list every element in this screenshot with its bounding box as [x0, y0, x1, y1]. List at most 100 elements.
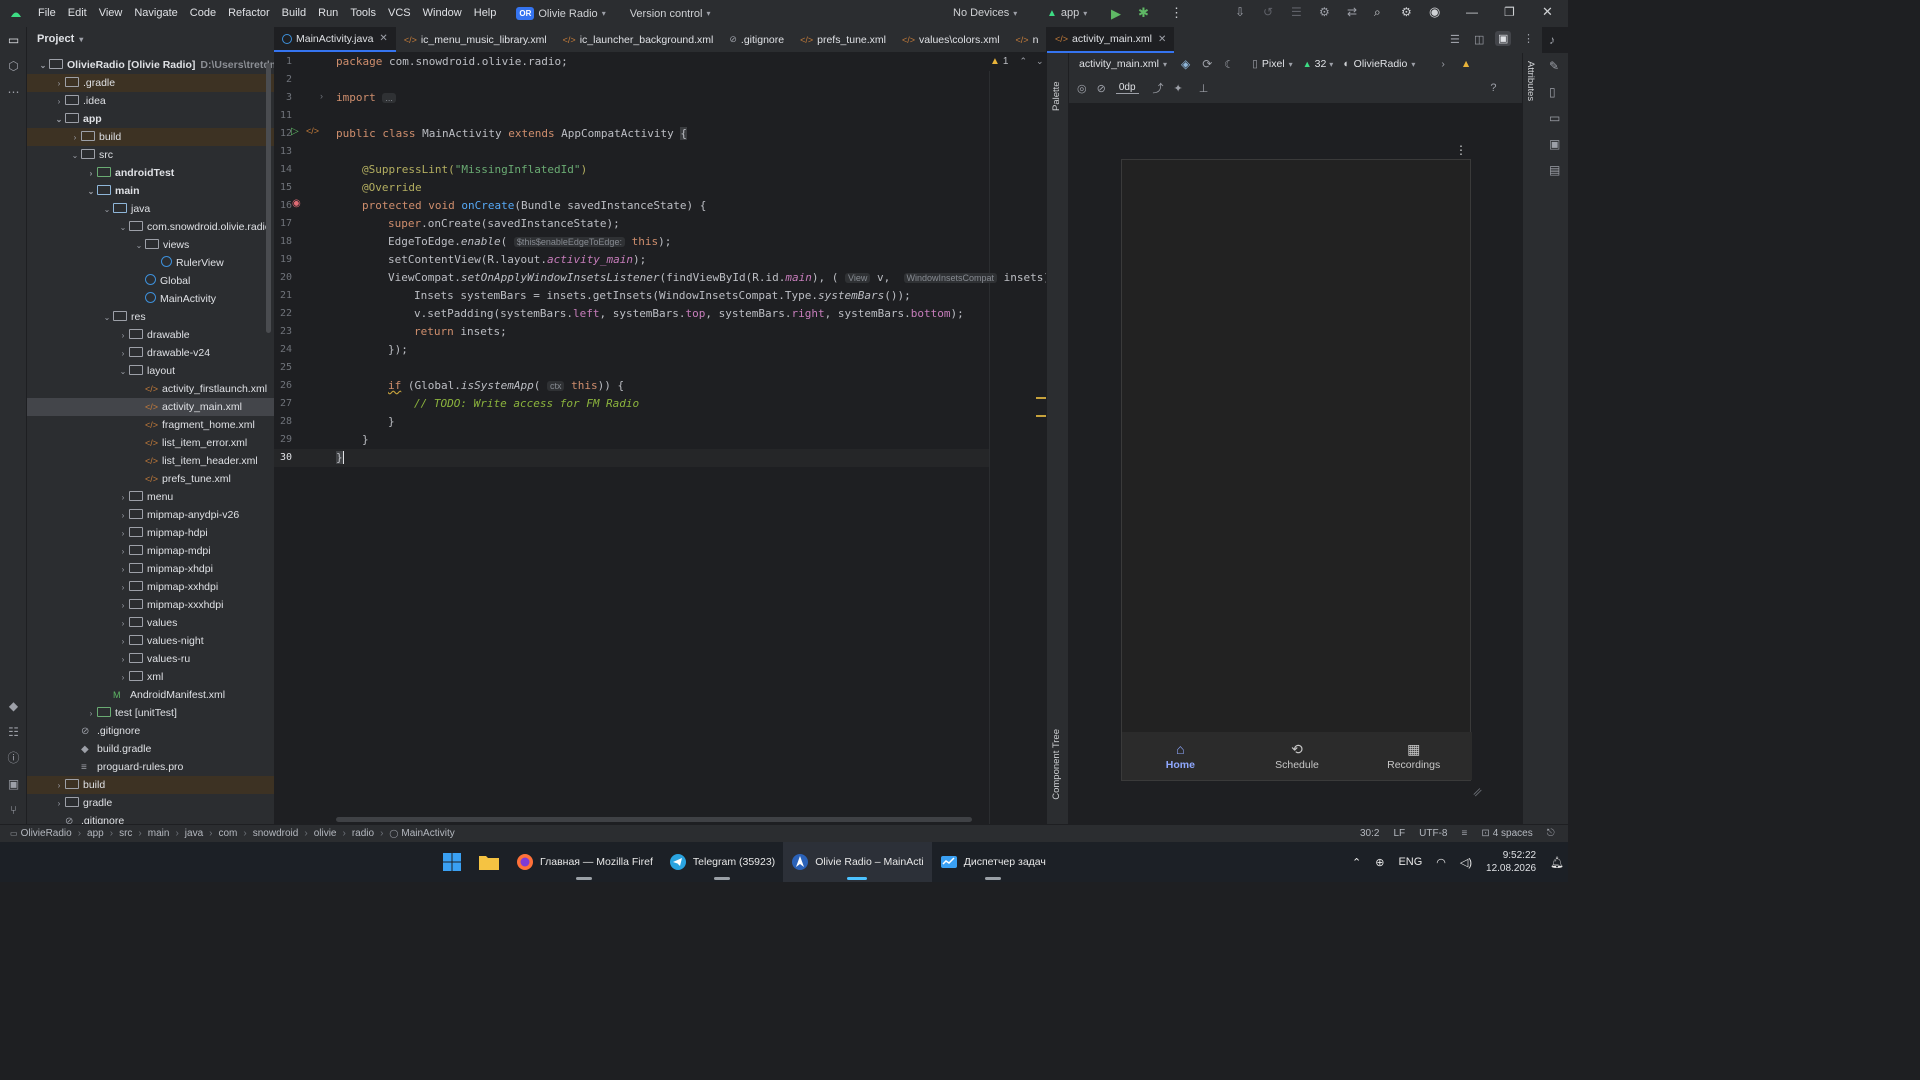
run-gutter-icon[interactable]: ▷ [291, 126, 299, 137]
chevron-right-icon[interactable]: › [1441, 58, 1445, 70]
tree-item[interactable]: ⊘ .gitignore [27, 722, 274, 740]
notifications-icon[interactable]: ♪ [1549, 33, 1555, 47]
chevron-right-icon[interactable]: › [117, 543, 129, 561]
chevron-right-icon[interactable]: › [53, 795, 65, 813]
notification-icon[interactable]: 🔔︎ [1550, 856, 1564, 869]
chevron-right-icon[interactable]: › [117, 651, 129, 669]
terminal-icon[interactable]: ▣ [6, 777, 21, 792]
taskbar-app[interactable]: Telegram (35923) [661, 842, 783, 882]
nav-item-home[interactable]: ⌂ Home [1122, 732, 1239, 780]
restore-icon[interactable]: ❐ [1504, 5, 1515, 19]
tree-item[interactable]: › mipmap-xhdpi [27, 560, 274, 578]
running-devices-icon[interactable]: ▭ [1549, 111, 1560, 125]
tree-item[interactable]: ⊘ .gitignore [27, 812, 274, 824]
taskbar-app[interactable]: Главная — Mozilla Firef [508, 842, 661, 882]
palette-tab[interactable]: Palette [1051, 65, 1062, 111]
tree-item[interactable]: </> activity_main.xml [27, 398, 274, 416]
close-icon[interactable]: ✕ [1542, 4, 1553, 20]
app-logo-icon[interactable] [0, 0, 32, 27]
device-explorer-icon[interactable]: ▤ [1549, 163, 1560, 177]
close-icon[interactable]: ✕ [1158, 34, 1166, 45]
tree-item[interactable]: ≡ proguard-rules.pro [27, 758, 274, 776]
caret-position[interactable]: 30:2 [1360, 828, 1379, 839]
tree-item[interactable]: Global [27, 272, 274, 290]
tree-item[interactable]: </> prefs_tune.xml [27, 470, 274, 488]
menu-help[interactable]: Help [468, 0, 503, 27]
chevron-right-icon[interactable]: › [117, 561, 129, 579]
folded-imports[interactable]: ... [382, 93, 396, 103]
tree-item[interactable]: › build [27, 776, 274, 794]
layout-file-selector[interactable]: activity_main.xml ▾ [1079, 58, 1167, 70]
tree-item[interactable]: ⌄ app [27, 110, 274, 128]
sdk-manager-icon[interactable]: ⇄ [1347, 5, 1357, 19]
chevron-right-icon[interactable]: › [117, 507, 129, 525]
default-margin-field[interactable]: 0dp [1115, 82, 1139, 94]
emulator-icon[interactable]: ▣ [1549, 137, 1560, 151]
breadcrumb-item[interactable]: radio [352, 828, 374, 839]
tree-item[interactable]: › androidTest [27, 164, 274, 182]
apply-changes-icon[interactable]: ↺ [1263, 5, 1273, 19]
taskbar-app[interactable]: Диспетчер задач [932, 842, 1054, 882]
menu-tools[interactable]: Tools [344, 0, 382, 27]
design-view-icon[interactable]: ▣ [1495, 31, 1512, 46]
more-icon[interactable]: ⋮ [1455, 143, 1467, 157]
menu-edit[interactable]: Edit [62, 0, 93, 27]
resource-manager-icon[interactable]: ⬡ [6, 59, 21, 74]
account-icon[interactable]: ◉ [1429, 4, 1440, 20]
warning-marker[interactable] [1036, 415, 1046, 417]
theme-selector[interactable]: ◐ OlivieRadio ▾ [1343, 58, 1415, 70]
breadcrumb-item[interactable]: olivie [314, 828, 337, 839]
chevron-right-icon[interactable]: › [117, 327, 129, 345]
tree-item[interactable]: ⌄ com.snowdroid.olivie.radio [27, 218, 274, 236]
design-surface-icon[interactable]: ◈ [1181, 57, 1190, 71]
debug-icon[interactable]: ✱ [1138, 5, 1149, 21]
resize-handle[interactable]: ═ [1469, 784, 1485, 800]
tree-item[interactable]: › gradle [27, 794, 274, 812]
tree-item[interactable]: M AndroidManifest.xml [27, 686, 274, 704]
tab-mainactivity[interactable]: MainActivity.java ✕ [274, 27, 396, 52]
eye-icon[interactable]: ◎ [1077, 82, 1087, 95]
tree-item[interactable]: › test [unitTest] [27, 704, 274, 722]
close-icon[interactable]: ✕ [379, 33, 387, 44]
xml-gutter-icon[interactable]: </> [306, 126, 319, 136]
split-view-icon[interactable]: ◫ [1474, 33, 1484, 46]
component-tree-tab[interactable]: Component Tree [1051, 729, 1062, 800]
fold-icon[interactable]: › [320, 91, 323, 101]
chevron-right-icon[interactable]: › [117, 525, 129, 543]
readonly-icon[interactable]: ⎋ [1547, 828, 1555, 839]
tree-item[interactable]: › menu [27, 488, 274, 506]
run-icon[interactable]: ▶ [1111, 6, 1121, 22]
menu-build[interactable]: Build [276, 0, 312, 27]
project-selector[interactable]: OR Olivie Radio ▾ [516, 7, 606, 20]
tab-ic-launcher-background[interactable]: </> ic_launcher_background.xml [555, 27, 722, 52]
chevron-right-icon[interactable]: › [117, 597, 129, 615]
indent-setting[interactable]: ⊡ 4 spaces [1481, 828, 1532, 839]
settings-icon[interactable]: ⚙ [1401, 5, 1412, 19]
chevron-right-icon[interactable]: › [85, 705, 97, 723]
tree-item[interactable]: </> fragment_home.xml [27, 416, 274, 434]
device-selector[interactable]: ▯ Pixel ▾ [1252, 58, 1293, 70]
infer-constraints-icon[interactable]: ✦ [1174, 82, 1183, 95]
menu-code[interactable]: Code [184, 0, 222, 27]
chevron-right-icon[interactable]: › [53, 777, 65, 795]
tree-item[interactable]: › .idea [27, 92, 274, 110]
tree-item[interactable]: › values-ru [27, 650, 274, 668]
tree-item[interactable]: RulerView [27, 254, 274, 272]
nav-item-schedule[interactable]: ⟲ Schedule [1239, 732, 1356, 780]
chevron-down-icon[interactable]: ⌄ [101, 309, 113, 327]
orientation-icon[interactable]: ⟳ [1202, 57, 1212, 71]
gemini-icon[interactable]: ✎ [1549, 59, 1559, 73]
tree-item[interactable]: </> activity_firstlaunch.xml [27, 380, 274, 398]
device-manager-icon[interactable]: ⚙ [1319, 5, 1330, 19]
git-icon[interactable]: ⑂ [6, 803, 21, 818]
more-icon[interactable]: ⋮ [1523, 32, 1534, 45]
more-tools-icon[interactable]: ⋯ [6, 85, 21, 100]
run-config-selector[interactable]: ▲ app ▾ [1047, 7, 1087, 19]
tree-item[interactable]: ⌄ java [27, 200, 274, 218]
taskbar-app[interactable]: Olivie Radio – MainActi [783, 842, 932, 882]
project-view-icon[interactable]: ▭ [6, 33, 21, 48]
menu-run[interactable]: Run [312, 0, 344, 27]
tab-prefs-tune[interactable]: </> prefs_tune.xml [792, 27, 894, 52]
logcat-icon[interactable]: ☷ [6, 725, 21, 740]
gradle-icon[interactable]: ◆ [6, 699, 21, 714]
